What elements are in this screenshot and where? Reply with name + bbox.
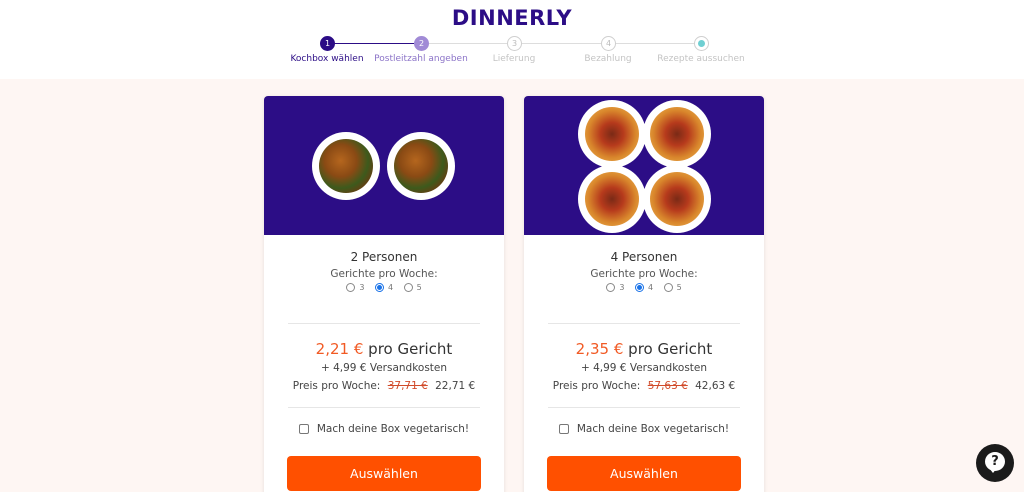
radio-label: 4: [647, 283, 654, 292]
dinnerly-logo[interactable]: DINNERLY: [0, 6, 1024, 30]
plan-selection-area: [0, 79, 1024, 492]
radio-label: 3: [619, 283, 625, 292]
step-4-indicator: 4: [601, 36, 616, 51]
header: DINNERLY 1 2 3 4 Kochbox wählen Postleit…: [0, 0, 1024, 79]
weekly-new-price: 42,63 €: [695, 380, 736, 392]
price-suffix: pro Gericht: [628, 340, 713, 358]
plan-image-chicken: [264, 96, 504, 235]
weekly-price: Preis pro Woche: 37,71 € 22,71 €: [264, 380, 504, 392]
meals-option-3[interactable]: 3: [606, 283, 624, 292]
radio-label: 4: [387, 283, 394, 292]
divider: [288, 407, 480, 408]
plate-icon: [312, 132, 380, 200]
weekly-old-price: 57,63 €: [647, 380, 688, 392]
plate-icon: [387, 132, 455, 200]
radio-button[interactable]: [374, 283, 384, 292]
meals-per-week-options: 3 4 5: [524, 283, 764, 292]
radio-label: 3: [359, 283, 365, 292]
meals-per-week-options: 3 4 5: [264, 283, 504, 292]
meals-per-week-label: Gerichte pro Woche:: [330, 268, 438, 280]
step-connector: [334, 43, 414, 44]
radio-button[interactable]: [663, 283, 673, 292]
plate-icon: [578, 165, 646, 233]
radio-label: 5: [416, 283, 422, 292]
vegetarian-checkbox[interactable]: [558, 424, 569, 434]
price-per-meal: 2,21 € pro Gericht: [264, 340, 504, 358]
radio-button[interactable]: [606, 283, 616, 292]
step-connector: [522, 43, 601, 44]
weekly-old-price: 37,71 €: [387, 380, 428, 392]
divider: [548, 407, 740, 408]
shipping-cost: + 4,99 € Versandkosten: [580, 362, 708, 374]
plan-title: 4 Personen: [610, 250, 678, 264]
vegetarian-option[interactable]: Mach deine Box vegetarisch!: [264, 423, 504, 435]
radio-button[interactable]: [346, 283, 356, 292]
step-connector: [616, 43, 694, 44]
plate-icon: [643, 100, 711, 168]
price-amount: 2,21 €: [315, 340, 364, 358]
meals-option-3[interactable]: 3: [346, 283, 364, 292]
vegetarian-label: Mach deine Box vegetarisch!: [316, 423, 470, 435]
weekly-price: Preis pro Woche: 57,63 € 42,63 €: [524, 380, 764, 392]
divider: [548, 323, 740, 324]
step-3-indicator: 3: [507, 36, 522, 51]
vegetarian-label: Mach deine Box vegetarisch!: [576, 423, 730, 435]
vegetarian-checkbox[interactable]: [298, 424, 309, 434]
step-5-indicator: [694, 36, 709, 51]
meals-option-4[interactable]: 4: [374, 283, 394, 292]
progress-stepper: 1 2 3 4 Kochbox wählen Postleitzahl ange…: [0, 36, 1024, 76]
meals-per-week-label: Gerichte pro Woche:: [590, 268, 698, 280]
weekly-new-price: 22,71 €: [435, 380, 476, 392]
select-plan-button[interactable]: Auswählen: [287, 456, 481, 491]
radio-button[interactable]: [403, 283, 413, 292]
step-label-rezepte: Rezepte aussuchen: [657, 54, 745, 64]
vegetarian-option[interactable]: Mach deine Box vegetarisch!: [524, 423, 764, 435]
price-amount: 2,35 €: [575, 340, 624, 358]
shipping-cost: + 4,99 € Versandkosten: [320, 362, 448, 374]
step-2-indicator: 2: [414, 36, 429, 51]
plan-title: 2 Personen: [350, 250, 418, 264]
price-suffix: pro Gericht: [368, 340, 453, 358]
plan-card-2-persons: 2 Personen Gerichte pro Woche: 3 4 5 2,2…: [264, 96, 504, 492]
weekly-label: Preis pro Woche:: [552, 380, 641, 392]
plan-image-pasta: [524, 96, 764, 235]
select-plan-button[interactable]: Auswählen: [547, 456, 741, 491]
plan-card-4-persons: 4 Personen Gerichte pro Woche: 3 4 5 2,3…: [524, 96, 764, 492]
help-chat-button[interactable]: ?: [976, 444, 1014, 482]
radio-button[interactable]: [634, 283, 644, 292]
plate-icon: [643, 165, 711, 233]
meals-option-4[interactable]: 4: [634, 283, 654, 292]
price-per-meal: 2,35 € pro Gericht: [524, 340, 764, 358]
divider: [288, 323, 480, 324]
weekly-label: Preis pro Woche:: [292, 380, 381, 392]
meals-option-5[interactable]: 5: [403, 283, 422, 292]
chat-bubble-tail: [989, 468, 997, 473]
step-connector: [429, 43, 507, 44]
step-1-indicator[interactable]: 1: [320, 36, 335, 51]
radio-label: 5: [676, 283, 682, 292]
plate-icon: [578, 100, 646, 168]
meals-option-5[interactable]: 5: [663, 283, 682, 292]
